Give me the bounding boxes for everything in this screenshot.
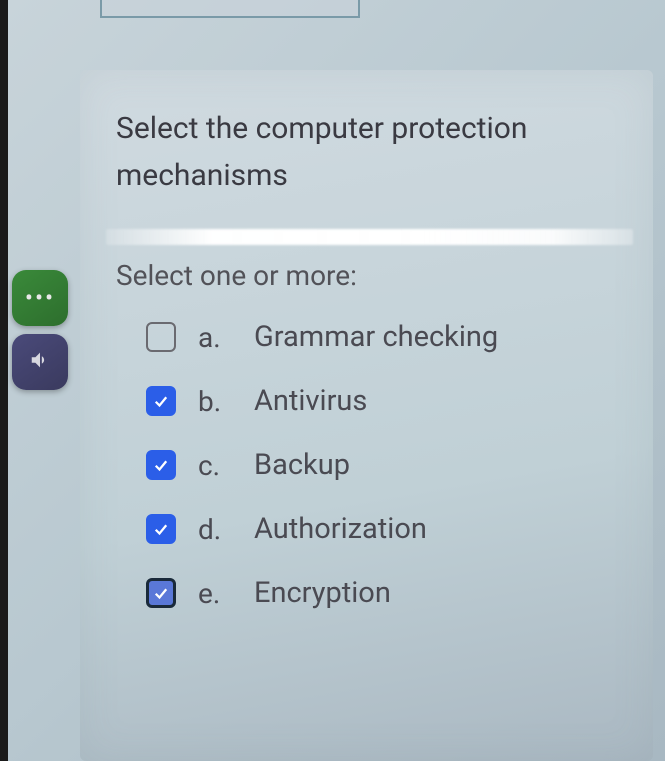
option-label: Grammar checking xyxy=(254,320,498,354)
option-a[interactable]: a. Grammar checking xyxy=(146,320,623,354)
screen-glare xyxy=(106,229,633,245)
checkbox-d[interactable] xyxy=(146,514,176,544)
option-letter: e. xyxy=(198,577,232,610)
question-card: Select the computer protection mechanism… xyxy=(80,70,653,761)
option-letter: b. xyxy=(198,385,232,418)
options-list: a. Grammar checking b. Antivirus c. Back… xyxy=(116,320,623,610)
checkbox-b[interactable] xyxy=(146,386,176,416)
option-letter: c. xyxy=(198,449,232,482)
option-b[interactable]: b. Antivirus xyxy=(146,384,623,418)
option-label: Authorization xyxy=(254,512,427,546)
screen-edge xyxy=(0,0,8,761)
top-input-fragment xyxy=(100,0,360,18)
option-c[interactable]: c. Backup xyxy=(146,448,623,482)
option-letter: d. xyxy=(198,513,232,546)
dots-icon: ••• xyxy=(25,286,55,310)
question-text: Select the computer protection mechanism… xyxy=(116,106,623,199)
instruction-text: Select one or more: xyxy=(116,259,623,292)
checkbox-a[interactable] xyxy=(146,322,176,352)
option-label: Encryption xyxy=(254,576,391,610)
checkbox-e[interactable] xyxy=(146,578,176,608)
floating-controls: ••• xyxy=(12,270,68,390)
option-d[interactable]: d. Authorization xyxy=(146,512,623,546)
option-letter: a. xyxy=(198,321,232,354)
option-label: Backup xyxy=(254,448,350,482)
menu-button[interactable]: ••• xyxy=(12,270,68,326)
checkbox-c[interactable] xyxy=(146,450,176,480)
option-label: Antivirus xyxy=(254,384,367,418)
speaker-icon xyxy=(29,349,51,375)
speaker-button[interactable] xyxy=(12,334,68,390)
option-e[interactable]: e. Encryption xyxy=(146,576,623,610)
